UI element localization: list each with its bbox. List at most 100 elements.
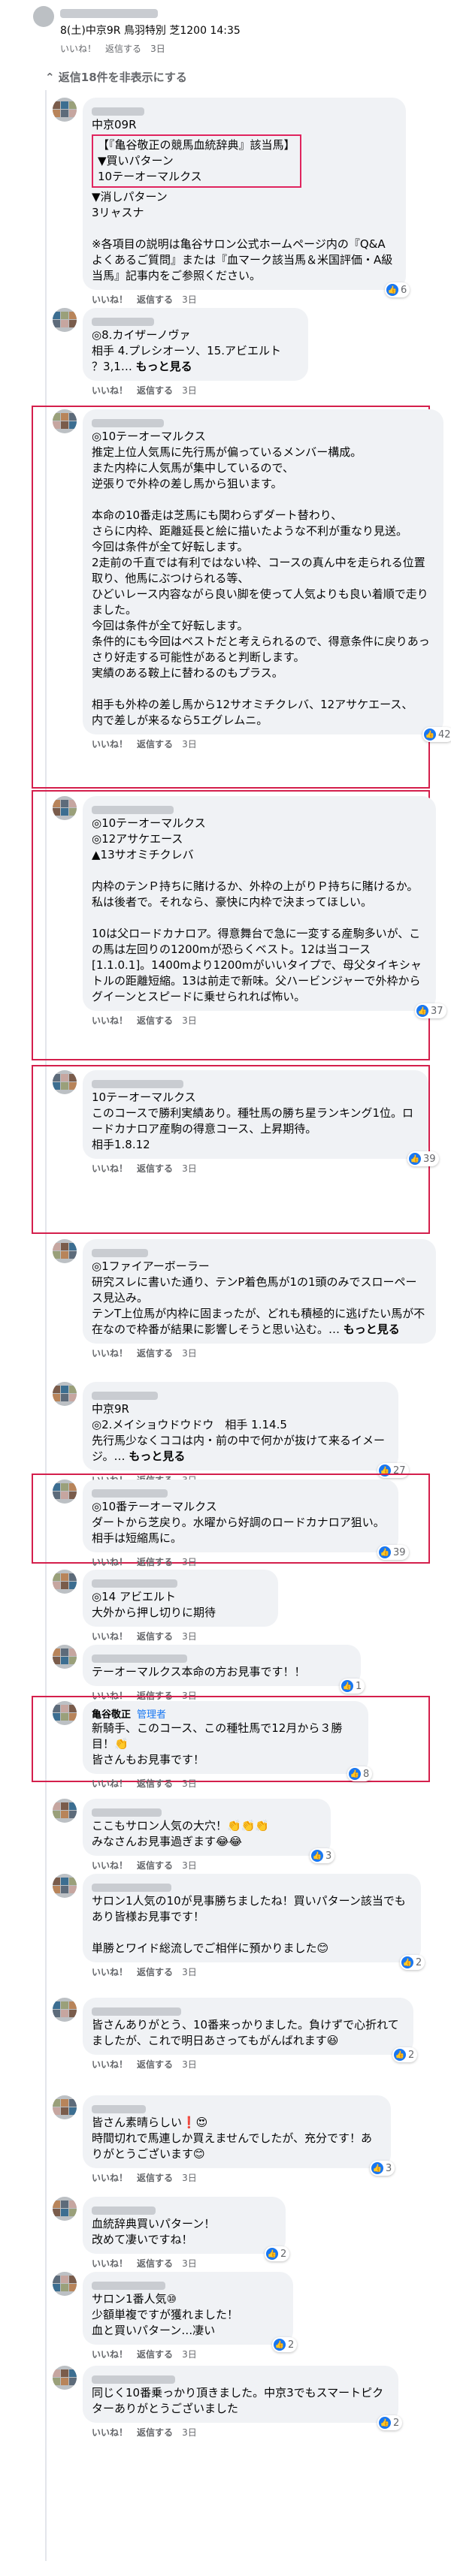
avatar[interactable] [53, 1239, 77, 1263]
reply-action[interactable]: 返信する [137, 2059, 173, 2070]
redacted-author-name[interactable] [92, 1880, 412, 1893]
redacted-author-name[interactable] [92, 2372, 389, 2385]
like-action[interactable]: いいね！ [92, 2173, 128, 2183]
reply-action[interactable]: 返信する [105, 44, 141, 54]
comment-text: 改めて凄いですね！ [92, 2233, 193, 2246]
see-more-link[interactable]: もっと見る [129, 1449, 185, 1463]
see-more-link[interactable]: もっと見る [344, 1323, 400, 1336]
reply-action[interactable]: 返信する [137, 1163, 173, 1174]
reaction-count[interactable]: 👍 2 [272, 2337, 298, 2352]
see-more-link[interactable]: もっと見る [136, 360, 192, 373]
reply-action[interactable]: 返信する [137, 1967, 173, 1977]
reply-action[interactable]: 返信する [137, 1631, 173, 1642]
like-action[interactable]: いいね！ [92, 1967, 128, 1977]
reaction-count[interactable]: 👍 2 [377, 2415, 403, 2430]
comment-text: ここもサロン人気の大穴！👏👏👏 [92, 1819, 270, 1832]
redacted-author-name[interactable] [92, 1076, 419, 1090]
like-action[interactable]: いいね！ [92, 385, 128, 396]
author-name[interactable]: 亀谷敬正 管理者 [92, 1707, 359, 1721]
reaction-count[interactable]: 👍 2 [392, 2047, 418, 2062]
reaction-count[interactable]: 👍 6 [385, 282, 410, 297]
avatar[interactable] [53, 98, 77, 122]
comment-actions: いいね！ 返信する 3日 [92, 1555, 197, 1568]
like-action[interactable]: いいね！ [92, 2258, 128, 2269]
redacted-author-name[interactable] [92, 1245, 427, 1259]
avatar[interactable] [53, 796, 77, 820]
like-action[interactable]: いいね！ [92, 294, 128, 305]
avatar[interactable] [53, 1874, 77, 1898]
like-action[interactable]: いいね！ [92, 1778, 128, 1789]
reply-action[interactable]: 返信する [137, 2258, 173, 2269]
avatar[interactable] [33, 6, 54, 27]
reaction-count[interactable]: 👍 39 [377, 1545, 409, 1560]
reply-action[interactable]: 返信する [137, 1348, 173, 1359]
redacted-author-name[interactable] [92, 2101, 382, 2115]
avatar[interactable] [53, 1799, 77, 1823]
timestamp: 3日 [182, 2059, 197, 2070]
reply-action[interactable]: 返信する [137, 2427, 173, 2438]
redacted-author-name[interactable] [92, 1486, 389, 1499]
like-action[interactable]: いいね！ [92, 2349, 128, 2360]
hide-replies-link[interactable]: ⌃ 返信18件を非表示にする [45, 69, 187, 85]
reply-action[interactable]: 返信する [137, 739, 173, 750]
redacted-author-name[interactable] [92, 415, 434, 429]
reply-action[interactable]: 返信する [137, 294, 173, 305]
avatar[interactable] [53, 1998, 77, 2022]
thumbs-up-icon: 👍 [371, 2162, 383, 2174]
avatar[interactable] [53, 1701, 77, 1725]
reaction-count[interactable]: 👍 1 [340, 1679, 365, 1694]
redacted-author-name[interactable] [92, 1576, 269, 1589]
avatar[interactable] [53, 409, 77, 433]
avatar[interactable] [53, 1570, 77, 1594]
redacted-author-name[interactable] [92, 104, 397, 117]
avatar[interactable] [53, 2272, 77, 2296]
reaction-count[interactable]: 👍 39 [407, 1151, 439, 1166]
like-action[interactable]: いいね！ [92, 1860, 128, 1871]
like-action[interactable]: いいね！ [60, 44, 96, 54]
reaction-count[interactable]: 👍 3 [310, 1848, 335, 1863]
avatar[interactable] [53, 2197, 77, 2221]
reaction-count[interactable]: 👍 37 [415, 1003, 446, 1018]
comment-bubble: ◎8.カイザーノヴァ 相手 4.プレシオーソ、15.アビエルト ？3,1… もっと見… [83, 308, 308, 381]
comment-text: 2走前の千直では有利ではない枠、コースの真ん中を走られる位置取り、他馬にぶつけら… [92, 556, 425, 585]
reaction-count[interactable]: 👍 8 [347, 1766, 373, 1781]
like-action[interactable]: いいね！ [92, 739, 128, 750]
reply-action[interactable]: 返信する [137, 2349, 173, 2360]
reply-action[interactable]: 返信する [137, 1557, 173, 1567]
redacted-author-name[interactable] [92, 1651, 352, 1664]
reply-action[interactable]: 返信する [137, 1015, 173, 1026]
avatar[interactable] [53, 308, 77, 332]
reply-action[interactable]: 返信する [137, 385, 173, 396]
thumbs-up-icon: 👍 [386, 284, 398, 296]
like-action[interactable]: いいね！ [92, 2059, 128, 2070]
redacted-author-name[interactable] [92, 2203, 277, 2216]
redacted-author-name[interactable] [92, 2004, 404, 2017]
avatar[interactable] [53, 1382, 77, 1406]
like-action[interactable]: いいね！ [92, 1631, 128, 1642]
reaction-count[interactable]: 👍 3 [370, 2161, 395, 2176]
reaction-count[interactable]: 👍 2 [265, 2246, 290, 2261]
avatar[interactable] [53, 2095, 77, 2119]
reply-action[interactable]: 返信する [137, 2173, 173, 2183]
timestamp: 3日 [182, 2258, 197, 2269]
avatar[interactable] [53, 1480, 77, 1504]
redacted-author-name[interactable] [92, 2278, 284, 2291]
avatar[interactable] [53, 1645, 77, 1669]
like-action[interactable]: いいね！ [92, 2427, 128, 2438]
reaction-count[interactable]: 👍 42 [422, 727, 451, 742]
redacted-author-name[interactable] [92, 314, 299, 327]
avatar[interactable] [53, 2366, 77, 2390]
like-action[interactable]: いいね！ [92, 1557, 128, 1567]
redacted-author-name[interactable] [92, 802, 427, 816]
reply-action[interactable]: 返信する [137, 1778, 173, 1789]
chevron-up-icon: ⌃ [45, 71, 59, 84]
redacted-author-name[interactable] [92, 1388, 389, 1401]
comment-text: 少額単複ですが獲れました！ [92, 2308, 239, 2321]
like-action[interactable]: いいね！ [92, 1348, 128, 1359]
reaction-count[interactable]: 👍 2 [400, 1955, 425, 1970]
avatar[interactable] [53, 1070, 77, 1094]
redacted-author-name[interactable] [92, 1805, 322, 1818]
like-action[interactable]: いいね！ [92, 1163, 128, 1174]
like-action[interactable]: いいね！ [92, 1015, 128, 1026]
reply-action[interactable]: 返信する [137, 1860, 173, 1871]
